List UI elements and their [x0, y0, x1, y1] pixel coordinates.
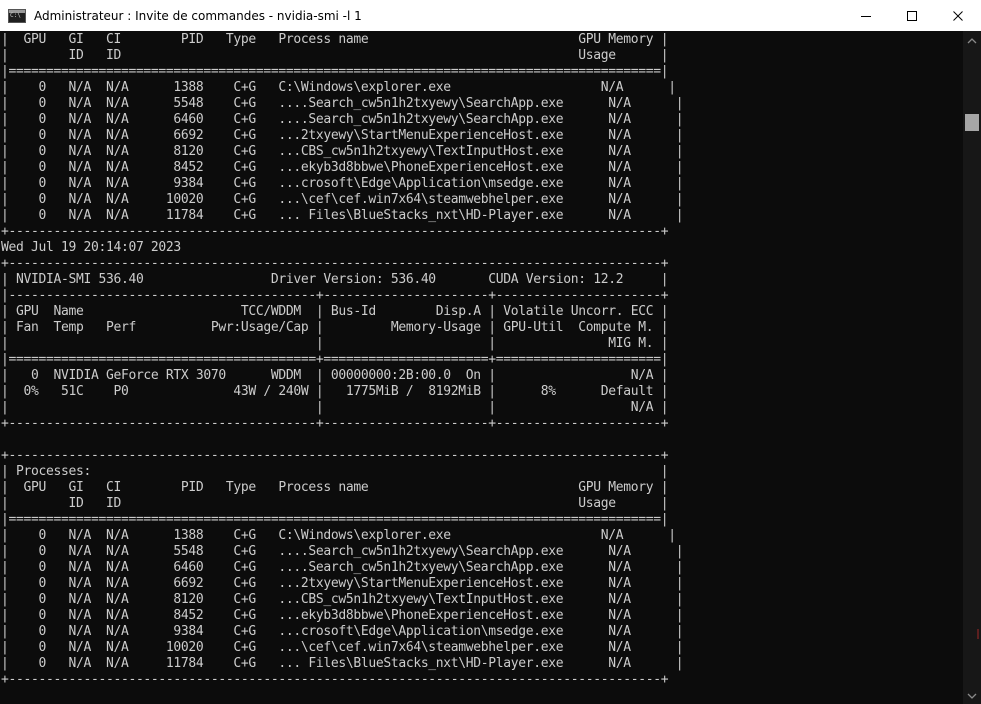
console-line: | 0 N/A N/A 5548 C+G ....Search_cw5n1h2t…: [1, 544, 684, 559]
console-line: | 0 N/A N/A 10020 C+G ...\cef\cef.win7x6…: [1, 640, 684, 655]
console-line: | 0 N/A N/A 1388 C+G C:\Windows\explorer…: [1, 80, 676, 95]
console-line: | | | MIG M. |: [1, 336, 669, 351]
console-line: | ID ID Usage |: [1, 48, 669, 63]
console-line: | 0 N/A N/A 6692 C+G ...2txyewy\StartMen…: [1, 576, 684, 591]
maximize-button[interactable]: [889, 0, 935, 31]
minimize-button[interactable]: [843, 0, 889, 31]
chevron-down-icon: [967, 693, 977, 699]
console-line: | GPU GI CI PID Type Process name GPU Me…: [1, 480, 669, 495]
close-button[interactable]: [935, 0, 981, 31]
console-line: | 0 N/A N/A 5548 C+G ....Search_cw5n1h2t…: [1, 96, 684, 111]
console-line: | 0 N/A N/A 6460 C+G ....Search_cw5n1h2t…: [1, 560, 684, 575]
maximize-icon: [907, 10, 917, 21]
console-line: | 0 N/A N/A 6460 C+G ....Search_cw5n1h2t…: [1, 112, 684, 127]
console-line: | ID ID Usage |: [1, 496, 669, 511]
console-line: | 0 N/A N/A 11784 C+G ... Files\BlueStac…: [1, 656, 684, 671]
minimize-icon: [861, 15, 871, 17]
console-line: +---------------------------------------…: [1, 416, 669, 431]
window-edge-mark: [977, 629, 979, 639]
console-line: | | | N/A |: [1, 400, 669, 415]
console-line: | 0 N/A N/A 6692 C+G ...2txyewy\StartMen…: [1, 128, 684, 143]
chevron-up-icon: [967, 38, 977, 44]
console-line: | 0 N/A N/A 8120 C+G ...CBS_cw5n1h2txyew…: [1, 592, 684, 607]
console-line: | NVIDIA-SMI 536.40 Driver Version: 536.…: [1, 272, 669, 287]
scroll-thumb[interactable]: [965, 114, 979, 131]
console-line: | 0 N/A N/A 11784 C+G ... Files\BlueStac…: [1, 208, 684, 223]
console-icon[interactable]: [8, 8, 26, 23]
close-icon: [953, 10, 963, 21]
console-text: | GPU GI CI PID Type Process name GPU Me…: [1, 32, 684, 688]
console-line: |=======================================…: [1, 512, 669, 527]
console-line: |=======================================…: [1, 352, 669, 367]
scroll-up-button[interactable]: [963, 33, 981, 49]
console-line: | 0 N/A N/A 9384 C+G ...crosoft\Edge\App…: [1, 624, 684, 639]
console-output[interactable]: | GPU GI CI PID Type Process name GPU Me…: [0, 31, 959, 704]
console-line: +---------------------------------------…: [1, 224, 669, 239]
console-window: Administrateur : Invite de commandes - n…: [0, 0, 981, 704]
console-line: | GPU GI CI PID Type Process name GPU Me…: [1, 32, 669, 47]
title-bar[interactable]: Administrateur : Invite de commandes - n…: [0, 0, 981, 31]
scroll-down-button[interactable]: [963, 688, 981, 704]
console-line: |=======================================…: [1, 64, 669, 79]
console-line: | 0 N/A N/A 1388 C+G C:\Windows\explorer…: [1, 528, 676, 543]
console-line: +---------------------------------------…: [1, 672, 669, 687]
vertical-scrollbar[interactable]: [963, 31, 981, 704]
console-line: |---------------------------------------…: [1, 288, 669, 303]
console-line: +---------------------------------------…: [1, 448, 669, 463]
console-line: | 0% 51C P0 43W / 240W | 1775MiB / 8192M…: [1, 384, 669, 399]
console-line: | 0 N/A N/A 8452 C+G ...ekyb3d8bbwe\Phon…: [1, 608, 684, 623]
console-line: | 0 N/A N/A 9384 C+G ...crosoft\Edge\App…: [1, 176, 684, 191]
console-line: | 0 N/A N/A 8452 C+G ...ekyb3d8bbwe\Phon…: [1, 160, 684, 175]
console-line: | 0 N/A N/A 10020 C+G ...\cef\cef.win7x6…: [1, 192, 684, 207]
console-line: | 0 N/A N/A 8120 C+G ...CBS_cw5n1h2txyew…: [1, 144, 684, 159]
console-line: | GPU Name TCC/WDDM | Bus-Id Disp.A | Vo…: [1, 304, 669, 319]
window-controls: [843, 0, 981, 31]
window-title: Administrateur : Invite de commandes - n…: [34, 8, 362, 23]
console-line: | Processes: |: [1, 464, 669, 479]
console-line: | 0 NVIDIA GeForce RTX 3070 WDDM | 00000…: [1, 368, 669, 383]
console-line: | Fan Temp Perf Pwr:Usage/Cap | Memory-U…: [1, 320, 669, 335]
console-line: +---------------------------------------…: [1, 256, 669, 271]
console-line: Wed Jul 19 20:14:07 2023: [1, 240, 181, 255]
